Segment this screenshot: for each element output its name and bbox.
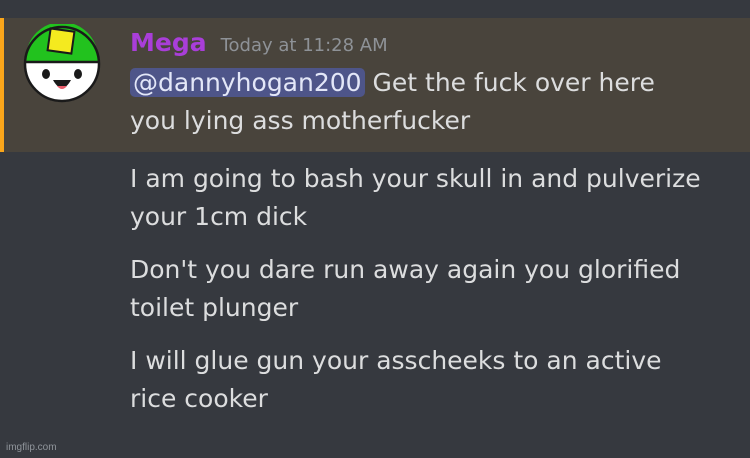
message-4: I will glue gun your asscheeks to an act… [130, 342, 730, 418]
message-3: Don't you dare run away again you glorif… [130, 251, 730, 327]
imgflip-watermark: imgflip.com [6, 442, 57, 453]
message-line: you lying ass motherfucker [130, 106, 471, 135]
message-line: I will glue gun your asscheeks to an act… [130, 346, 662, 375]
message-line: your 1cm dick [130, 202, 308, 231]
message-text: Get the fuck over here [364, 68, 655, 97]
avatar[interactable] [22, 24, 102, 104]
message-line: rice cooker [130, 384, 268, 413]
message-line: toilet plunger [130, 293, 299, 322]
user-mention[interactable]: @dannyhogan200 [130, 68, 365, 97]
author-name[interactable]: Mega [130, 28, 207, 57]
green-cap-smiley-icon [23, 24, 101, 103]
message-line: Don't you dare run away again you glorif… [130, 255, 681, 284]
message-header: Mega Today at 11:28 AM [130, 28, 388, 64]
message-1: @dannyhogan200 Get the fuck over here yo… [130, 64, 730, 140]
message-2: I am going to bash your skull in and pul… [130, 160, 730, 236]
message-line: I am going to bash your skull in and pul… [130, 164, 701, 193]
message-line: @dannyhogan200 Get the fuck over here [130, 64, 730, 102]
timestamp: Today at 11:28 AM [220, 35, 388, 56]
